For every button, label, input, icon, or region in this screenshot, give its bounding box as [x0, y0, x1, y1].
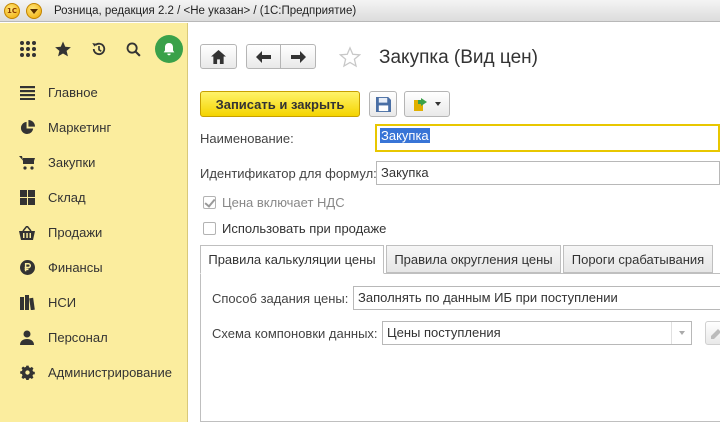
sidebar-item-label: Главное [48, 85, 98, 100]
notifications-bell-icon[interactable] [152, 31, 187, 68]
edit-schema-button[interactable] [705, 321, 720, 345]
sidebar: Главное Маркетинг Закупки Склад Продажи … [0, 23, 188, 422]
dropdown-arrow-icon [435, 102, 441, 106]
app-logo-icon[interactable]: 1С [4, 2, 20, 19]
sidebar-item-label: Маркетинг [48, 120, 112, 135]
sidebar-item-nsi[interactable]: НСИ [0, 285, 187, 320]
edit-icon [711, 329, 720, 339]
schema-label: Схема компоновки данных: [212, 326, 378, 341]
save-button[interactable] [369, 91, 397, 117]
name-label: Наименование: [200, 131, 294, 146]
sidebar-item-label: Склад [48, 190, 86, 205]
use-in-sales-label: Использовать при продаже [222, 221, 387, 236]
tab-thresholds[interactable]: Пороги срабатывания [563, 245, 713, 273]
window-title-bar: 1С Розница, редакция 2.2 / <Не указан> /… [0, 0, 720, 22]
tabs-container: Правила калькуляции цены Правила округле… [200, 245, 720, 422]
dropdown-arrow-icon[interactable] [671, 322, 691, 344]
sidebar-item-label: НСИ [48, 295, 77, 310]
main-menu-icon[interactable] [26, 2, 42, 19]
sidebar-item-personnel[interactable]: Персонал [0, 320, 187, 355]
tab-panel: Способ задания цены: Заполнять по данным… [200, 273, 720, 422]
sidebar-item-administration[interactable]: Администрирование [0, 355, 187, 390]
save-and-close-button[interactable]: Записать и закрыть [200, 91, 360, 117]
forward-button[interactable] [280, 44, 316, 69]
pie-chart-icon [19, 120, 35, 136]
books-icon [19, 295, 35, 311]
tab-calculation-rules[interactable]: Правила калькуляции цены [200, 245, 384, 274]
name-field[interactable]: Закупка [375, 124, 720, 152]
sidebar-item-warehouse[interactable]: Склад [0, 180, 187, 215]
sidebar-item-purchases[interactable]: Закупки [0, 145, 187, 180]
page-title: Закупка (Вид цен) [379, 47, 538, 68]
menu-lines-icon [19, 85, 35, 101]
gear-icon [19, 365, 35, 381]
formula-id-field[interactable]: Закупка [376, 161, 720, 185]
schema-value: Цены поступления [387, 325, 501, 340]
vat-included-label: Цена включает НДС [222, 195, 345, 210]
schema-select[interactable]: Цены поступления [382, 321, 692, 345]
sidebar-item-marketing[interactable]: Маркетинг [0, 110, 187, 145]
sidebar-item-label: Финансы [48, 260, 103, 275]
price-method-field[interactable]: Заполнять по данным ИБ при поступлении [353, 286, 720, 310]
home-icon [211, 49, 226, 64]
arrow-right-icon [290, 50, 306, 63]
search-icon[interactable] [116, 31, 151, 68]
sidebar-item-finance[interactable]: Финансы [0, 250, 187, 285]
name-value: Закупка [380, 128, 430, 143]
favorite-star-icon[interactable] [338, 46, 362, 71]
use-in-sales-checkbox[interactable] [203, 222, 216, 235]
ruble-coin-icon [19, 260, 35, 276]
sidebar-item-label: Персонал [48, 330, 108, 345]
cart-icon [19, 155, 35, 171]
sidebar-item-label: Закупки [48, 155, 96, 170]
favorites-star-icon[interactable] [45, 31, 80, 68]
create-based-on-button[interactable] [404, 91, 450, 117]
sidebar-item-main[interactable]: Главное [0, 75, 187, 110]
apps-grid-icon[interactable] [10, 31, 45, 68]
person-icon [19, 330, 35, 346]
vat-included-checkbox[interactable] [203, 196, 216, 209]
app-logo-text: 1С [6, 6, 17, 15]
floppy-disk-icon [375, 96, 391, 112]
arrow-left-icon [256, 50, 271, 63]
history-icon[interactable] [81, 31, 116, 68]
warehouse-grid-icon [19, 190, 35, 206]
formula-id-label: Идентификатор для формул: [200, 166, 377, 181]
sidebar-item-label: Администрирование [48, 365, 172, 380]
tab-rounding-rules[interactable]: Правила округления цены [386, 245, 561, 273]
sidebar-item-label: Продажи [48, 225, 103, 240]
create-based-on-icon [414, 98, 427, 111]
back-button[interactable] [246, 44, 281, 69]
home-button[interactable] [200, 44, 237, 69]
basket-icon [19, 225, 35, 241]
sidebar-item-sales[interactable]: Продажи [0, 215, 187, 250]
price-method-label: Способ задания цены: [212, 291, 349, 306]
form-area: Закупка (Вид цен) Записать и закрыть Наи… [189, 23, 720, 422]
window-title: Розница, редакция 2.2 / <Не указан> / (1… [54, 4, 357, 17]
sidebar-toolbar [0, 23, 187, 75]
